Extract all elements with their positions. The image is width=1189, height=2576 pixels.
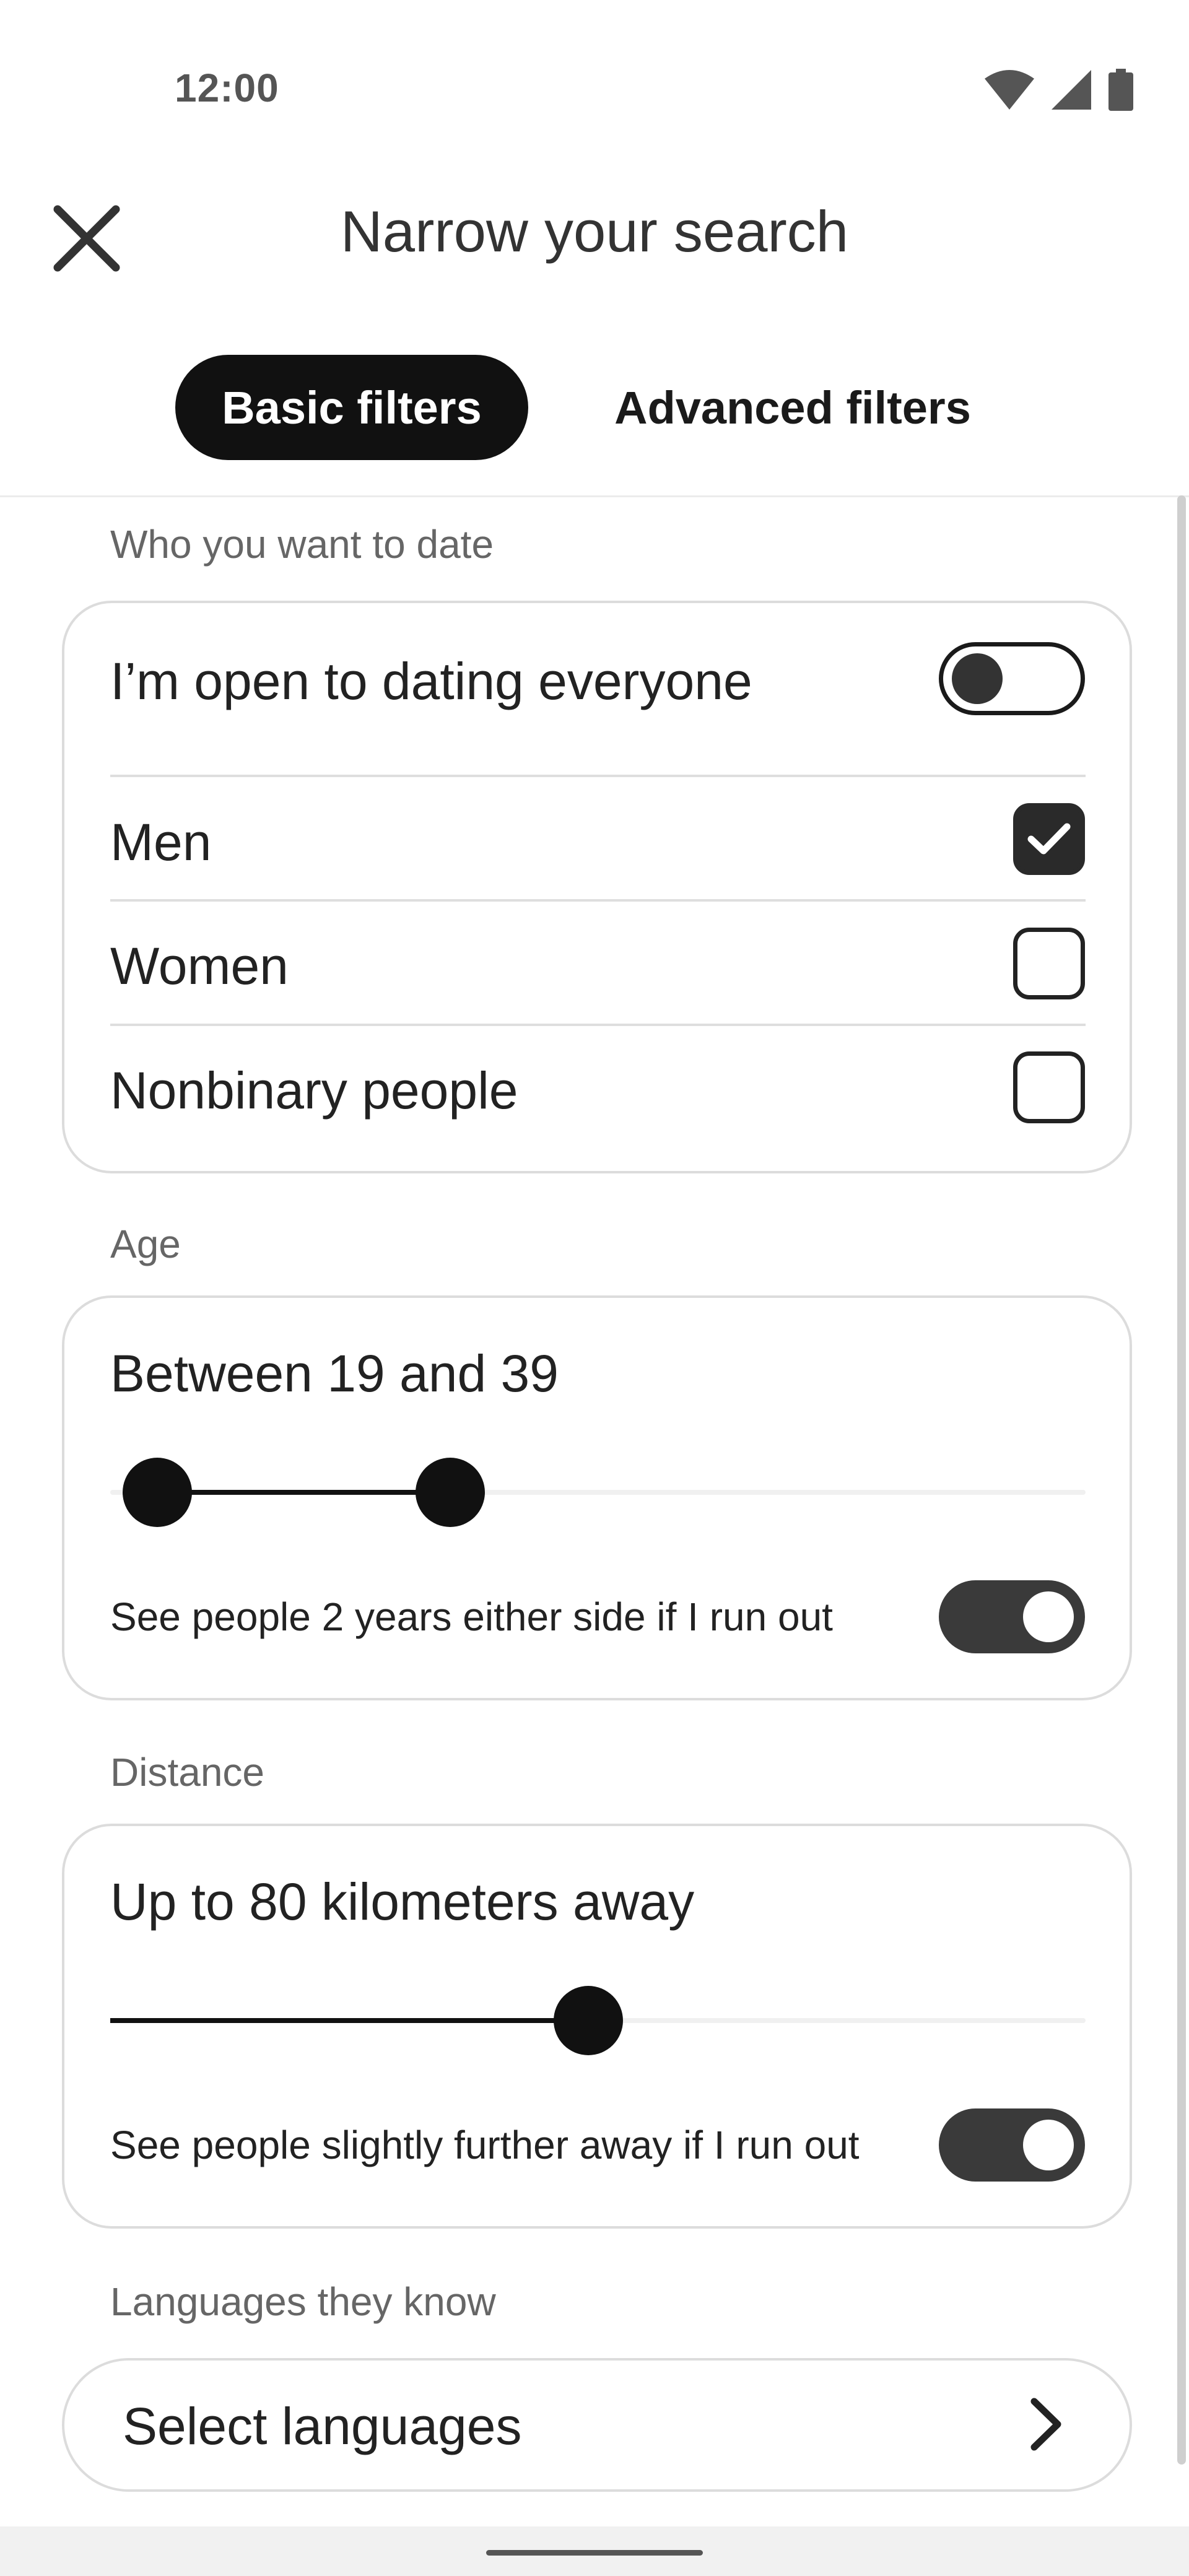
distance-expand-label: See people slightly further away if I ru…	[110, 2123, 860, 2167]
scrollbar[interactable]	[1177, 495, 1186, 2465]
select-languages-label: Select languages	[123, 2397, 522, 2455]
check-icon	[1027, 823, 1071, 855]
distance-thumb[interactable]	[554, 1986, 623, 2055]
wifi-icon	[985, 70, 1034, 110]
checkbox-nonbinary[interactable]	[1013, 1051, 1085, 1123]
gesture-nav-handle[interactable]	[486, 2550, 703, 2556]
toggle-knob	[1023, 2120, 1074, 2170]
age-min-thumb[interactable]	[123, 1458, 192, 1527]
option-nonbinary-label: Nonbinary people	[110, 1061, 518, 1120]
signal-icon	[1052, 70, 1091, 110]
chevron-right-icon	[1030, 2398, 1061, 2451]
status-time: 12:00	[175, 66, 279, 110]
toggle-knob	[1023, 1591, 1074, 1642]
tab-advanced-filters[interactable]: Advanced filters	[582, 355, 1003, 460]
header-divider	[0, 495, 1189, 497]
page-title: Narrow your search	[340, 199, 849, 264]
age-expand-toggle[interactable]	[939, 1580, 1085, 1653]
option-men-label: Men	[110, 813, 212, 871]
section-label-languages: Languages they know	[110, 2279, 496, 2324]
checkbox-women[interactable]	[1013, 928, 1085, 999]
divider	[110, 1024, 1086, 1026]
option-women-label: Women	[110, 937, 289, 995]
status-icons	[985, 68, 1133, 111]
distance-value-label: Up to 80 kilometers away	[110, 1873, 695, 1931]
divider	[110, 899, 1086, 902]
age-max-thumb[interactable]	[416, 1458, 485, 1527]
section-label-distance: Distance	[110, 1750, 264, 1795]
tab-basic-filters[interactable]: Basic filters	[175, 355, 528, 460]
divider	[110, 775, 1086, 777]
section-label-who: Who you want to date	[110, 522, 494, 567]
age-slider-fill	[157, 1490, 450, 1495]
battery-icon	[1108, 69, 1133, 111]
open-everyone-label: I’m open to dating everyone	[110, 652, 752, 710]
open-everyone-toggle[interactable]	[939, 642, 1085, 715]
toggle-knob	[952, 653, 1003, 704]
age-range-label: Between 19 and 39	[110, 1344, 559, 1403]
age-expand-label: See people 2 years either side if I run …	[110, 1595, 833, 1639]
checkbox-men[interactable]	[1013, 803, 1085, 875]
section-label-age: Age	[110, 1222, 181, 1266]
distance-slider-fill	[110, 2018, 588, 2023]
distance-expand-toggle[interactable]	[939, 2108, 1085, 2182]
